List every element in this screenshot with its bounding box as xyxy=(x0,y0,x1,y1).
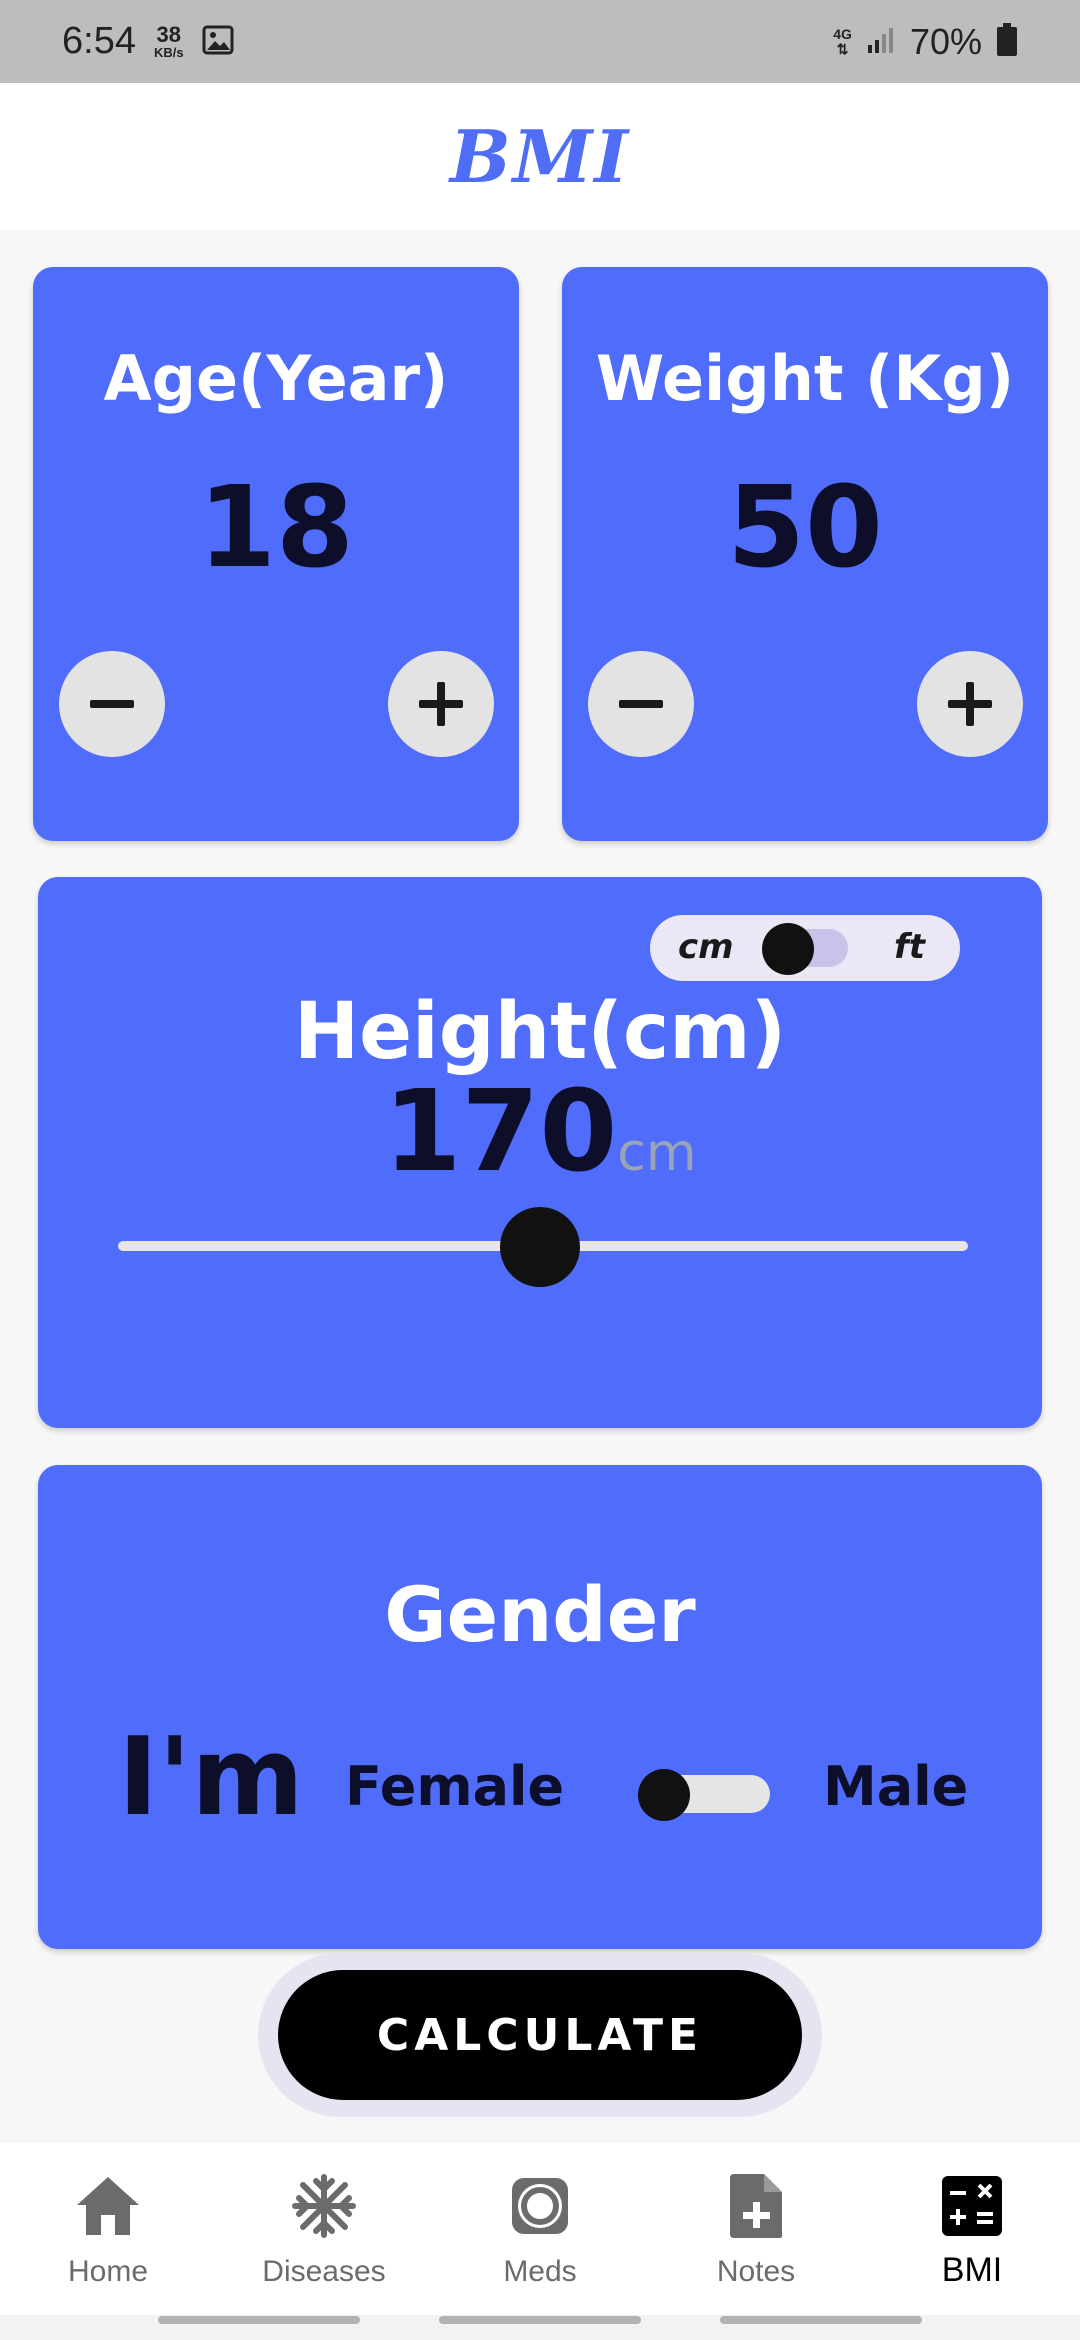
status-right: 4G ⇅ 70% xyxy=(833,21,1018,63)
image-icon xyxy=(202,25,234,59)
snowflake-icon xyxy=(289,2171,359,2241)
gesture-pill-left xyxy=(158,2316,360,2324)
signal-icon xyxy=(866,25,896,59)
unit-cm-label: cm xyxy=(678,927,734,967)
female-label: Female xyxy=(345,1755,565,1818)
nav-item-meds[interactable]: Meds xyxy=(432,2143,648,2315)
height-slider-thumb[interactable] xyxy=(500,1207,580,1287)
network-speed: 38 KB/s xyxy=(153,22,184,60)
nav-item-home[interactable]: Home xyxy=(0,2143,216,2315)
network-type: 4G ⇅ xyxy=(833,27,852,56)
gender-card: Gender I'm Female Male xyxy=(38,1465,1042,1949)
nav-item-diseases[interactable]: Diseases xyxy=(216,2143,432,2315)
nav-label-bmi: BMI xyxy=(941,2251,1003,2289)
nav-label-home: Home xyxy=(67,2255,149,2288)
unit-switch-thumb[interactable] xyxy=(762,923,814,975)
height-value-row: 170cm xyxy=(38,1067,1042,1197)
nav-item-notes[interactable]: Notes xyxy=(648,2143,864,2315)
weight-title: Weight (Kg) xyxy=(595,342,1015,415)
height-value: 170 xyxy=(383,1067,618,1197)
nav-label-diseases: Diseases xyxy=(262,2255,386,2288)
height-title: Height(cm) xyxy=(293,987,787,1077)
calculate-button[interactable]: CALCULATE xyxy=(278,1970,802,2100)
unit-toggle[interactable]: cm ft xyxy=(650,915,960,981)
battery-percent: 70% xyxy=(909,20,982,62)
gender-switch-thumb[interactable] xyxy=(638,1769,690,1821)
height-card: cm ft Height(cm) 170cm xyxy=(38,877,1042,1428)
battery-icon xyxy=(996,22,1018,61)
gender-prefix: I'm xyxy=(118,1715,304,1840)
weight-increment-button[interactable] xyxy=(917,651,1023,757)
age-title: Age(Year) xyxy=(103,342,449,415)
gender-title: Gender xyxy=(384,1570,696,1659)
gesture-pill-right xyxy=(720,2316,922,2324)
data-arrows-icon: ⇅ xyxy=(836,40,849,57)
status-time: 6:54 xyxy=(62,20,136,62)
bottom-nav: Home Diseases Meds Notes BMI xyxy=(0,2143,1080,2315)
weight-card: Weight (Kg) 50 xyxy=(562,267,1048,841)
network-speed-unit: KB/s xyxy=(153,45,184,60)
weight-decrement-button[interactable] xyxy=(588,651,694,757)
minus-icon xyxy=(619,700,663,708)
age-value: 18 xyxy=(198,463,354,593)
app-header: BMI xyxy=(0,83,1080,230)
age-card: Age(Year) 18 xyxy=(33,267,519,841)
gesture-pill-center xyxy=(439,2316,641,2324)
age-decrement-button[interactable] xyxy=(59,651,165,757)
nav-label-meds: Meds xyxy=(503,2255,577,2288)
status-left: 6:54 38 KB/s xyxy=(62,20,234,63)
weight-value: 50 xyxy=(727,463,883,593)
page-title: BMI xyxy=(449,114,631,199)
nav-label-notes: Notes xyxy=(716,2255,796,2288)
home-icon xyxy=(73,2171,143,2241)
minus-icon xyxy=(90,700,134,708)
network-type-label: 4G xyxy=(833,25,852,42)
plus-icon xyxy=(948,682,992,726)
male-label: Male xyxy=(823,1755,969,1818)
age-increment-button[interactable] xyxy=(388,651,494,757)
plus-icon xyxy=(419,682,463,726)
network-speed-value: 38 xyxy=(156,22,182,47)
unit-ft-label: ft xyxy=(894,927,926,967)
height-unit: cm xyxy=(617,1123,697,1183)
nav-item-bmi[interactable]: BMI xyxy=(864,2143,1080,2315)
ring-icon xyxy=(505,2171,575,2241)
note-add-icon xyxy=(721,2171,791,2241)
status-bar: 6:54 38 KB/s 4G ⇅ 70% xyxy=(0,0,1080,83)
calculator-icon xyxy=(937,2171,1007,2241)
